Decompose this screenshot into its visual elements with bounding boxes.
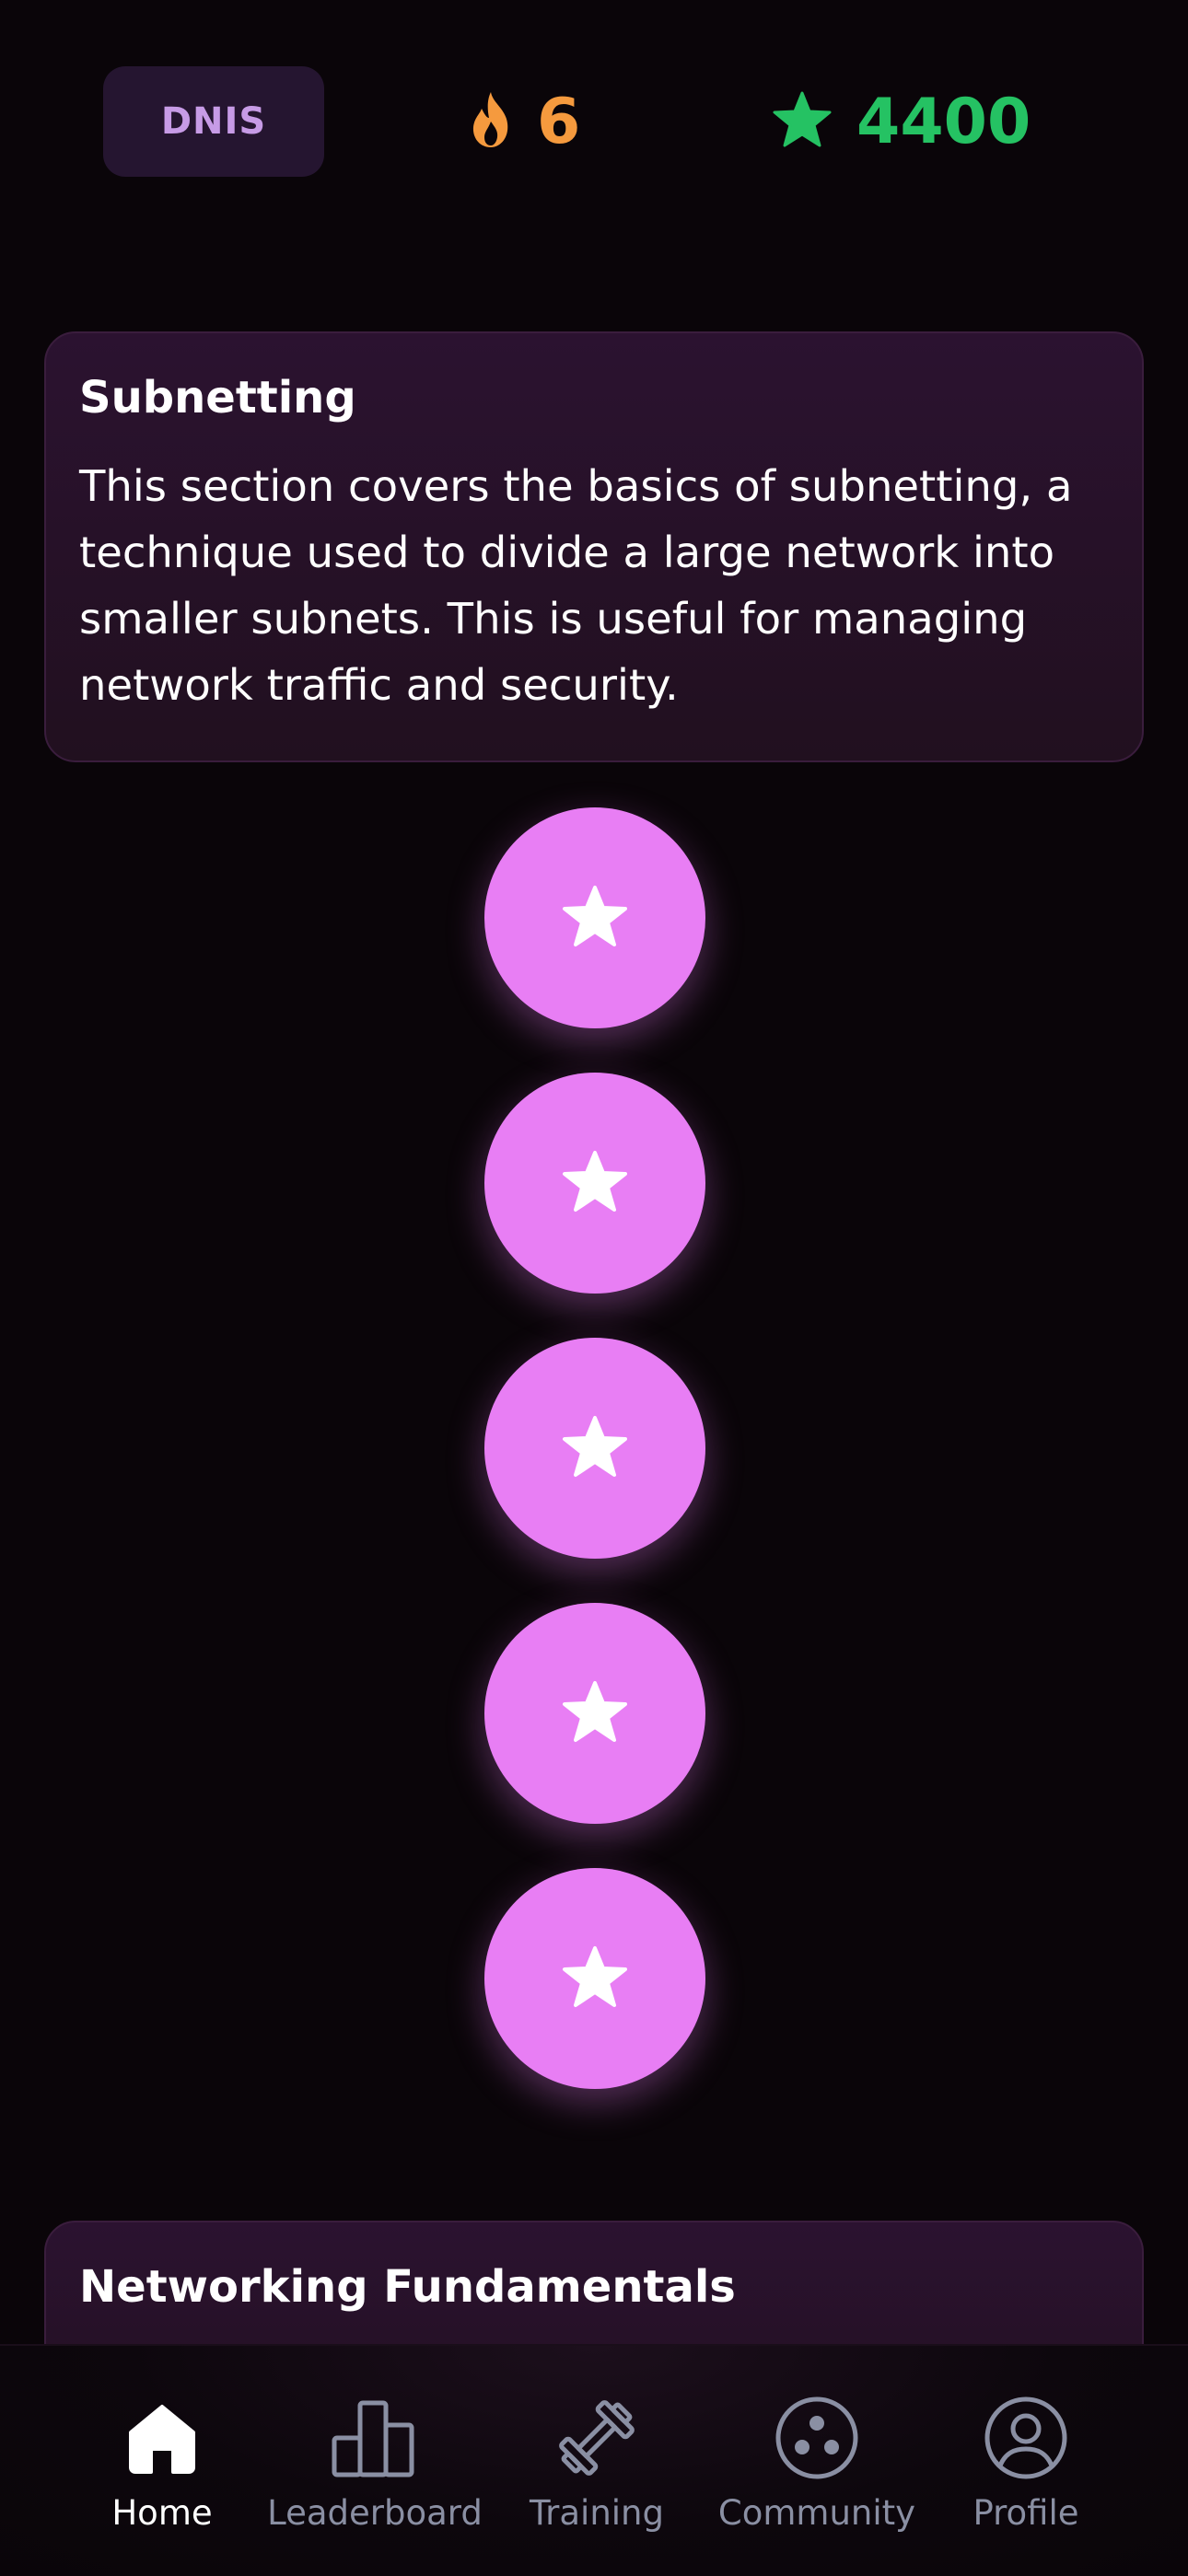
- nav-item-community[interactable]: Community: [711, 2392, 923, 2533]
- star-icon: [562, 1679, 628, 1747]
- section-card-subnetting: Subnetting This section covers the basic…: [44, 331, 1144, 762]
- lesson-node-1[interactable]: [484, 807, 705, 1028]
- nav-item-home[interactable]: Home: [98, 2392, 227, 2533]
- xp-counter[interactable]: 4400: [772, 83, 1031, 160]
- flame-icon: [465, 90, 517, 153]
- lesson-node-2[interactable]: [484, 1073, 705, 1294]
- streak-count: 6: [537, 85, 581, 158]
- nav-item-leaderboard[interactable]: Leaderboard: [264, 2392, 485, 2533]
- home-icon: [116, 2392, 208, 2484]
- star-icon: [562, 1414, 628, 1482]
- star-icon: [562, 884, 628, 952]
- nav-item-profile[interactable]: Profile: [961, 2392, 1090, 2533]
- top-status-bar: DNIS 6 4400: [0, 0, 1188, 249]
- xp-total: 4400: [856, 85, 1031, 158]
- nav-label: Leaderboard: [267, 2493, 483, 2533]
- course-code-label: DNIS: [160, 100, 267, 143]
- nav-label: Community: [717, 2493, 916, 2533]
- star-icon: [562, 1944, 628, 2013]
- section-title: Networking Fundamentals: [79, 2261, 736, 2313]
- course-selector-button[interactable]: DNIS: [103, 66, 324, 177]
- star-icon: [562, 1149, 628, 1217]
- section-description: This section covers the basics of subnet…: [79, 461, 1073, 710]
- nav-label: Profile: [973, 2493, 1079, 2533]
- dumbbell-icon: [551, 2392, 643, 2484]
- nav-label: Home: [111, 2493, 213, 2533]
- section-title: Subnetting: [79, 372, 356, 424]
- star-icon: [772, 91, 833, 152]
- bar-chart-icon: [329, 2392, 421, 2484]
- streak-counter[interactable]: 6: [465, 83, 580, 160]
- nav-label: Training: [530, 2493, 664, 2533]
- user-circle-icon: [980, 2392, 1072, 2484]
- lesson-node-5[interactable]: [484, 1868, 705, 2089]
- community-icon: [771, 2392, 863, 2484]
- nav-item-training[interactable]: Training: [523, 2392, 670, 2533]
- bottom-navigation: Home Leaderboard Training Community Prof…: [0, 2344, 1188, 2576]
- lesson-node-3[interactable]: [484, 1338, 705, 1559]
- lesson-node-4[interactable]: [484, 1603, 705, 1824]
